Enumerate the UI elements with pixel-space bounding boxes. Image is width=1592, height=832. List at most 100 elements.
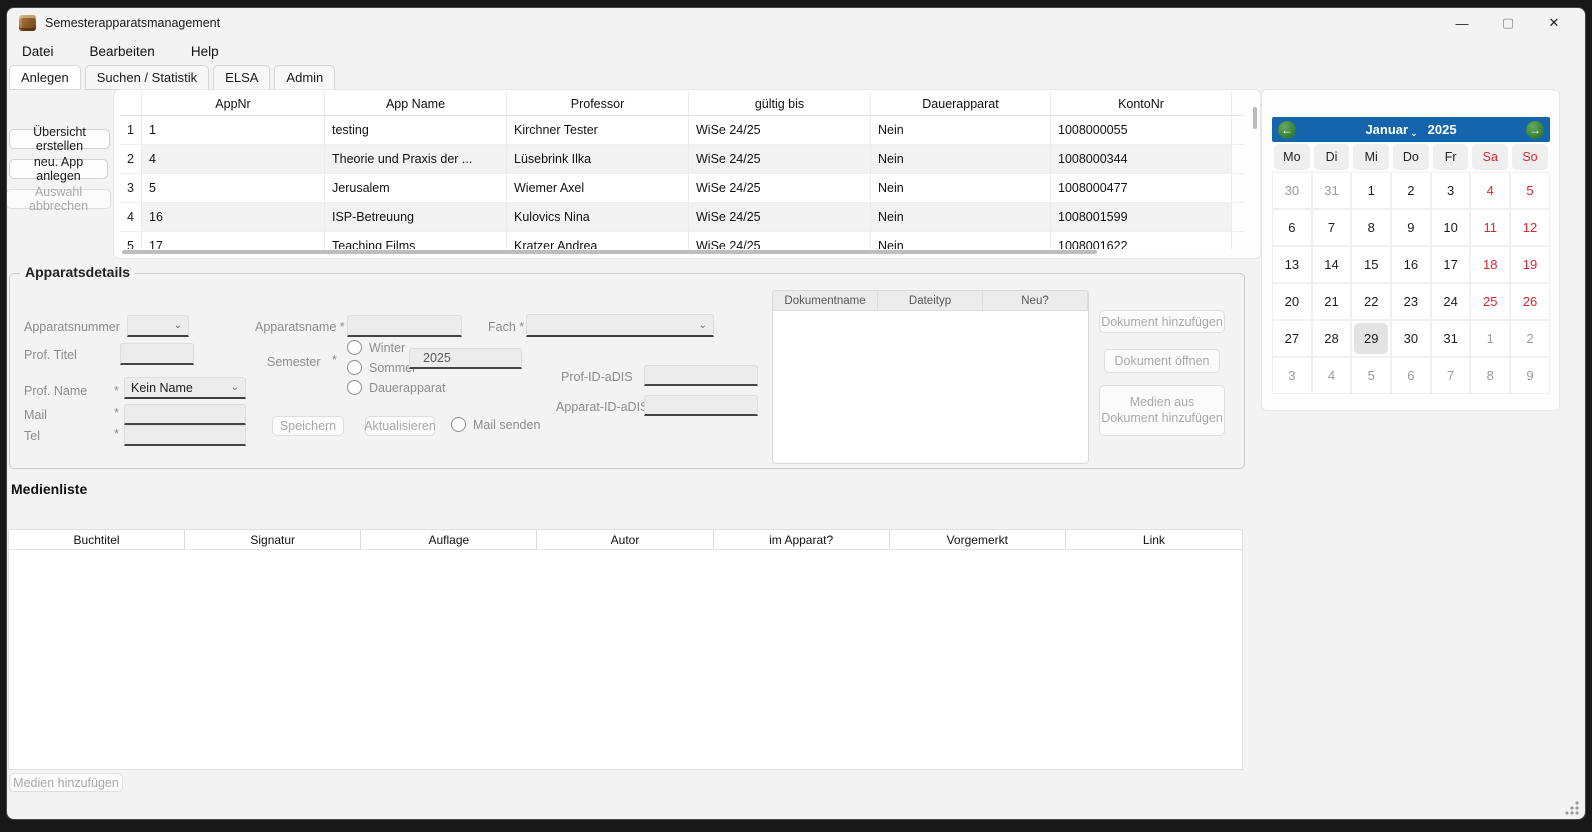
table-cell[interactable]: Kirchner Tester [507,116,689,144]
calendar-prev-button[interactable]: ← [1278,121,1296,139]
media-column-header[interactable]: Link [1066,530,1242,549]
calendar-day[interactable]: 9 [1510,357,1550,394]
calendar-day[interactable]: 26 [1510,283,1550,320]
doc-column-header[interactable]: Dokumentname [773,291,878,311]
table-cell[interactable]: WiSe 24/25 [689,145,871,173]
table-cell[interactable]: Kulovics Nina [507,203,689,231]
media-column-header[interactable]: Auflage [361,530,537,549]
calendar-day[interactable]: 31 [1431,320,1471,357]
table-cell[interactable]: WiSe 24/25 [689,116,871,144]
calendar-day[interactable]: 7 [1431,357,1471,394]
table-cell[interactable]: 1008000477 [1051,174,1232,202]
sidebar-button-1[interactable]: Übersicht erstellen [9,129,110,149]
calendar-day[interactable]: 11 [1470,209,1510,246]
menu-item-help[interactable]: Help [180,41,230,65]
calendar-day[interactable]: 4 [1312,357,1352,394]
table-cell[interactable]: Nein [871,174,1051,202]
calendar-day[interactable]: 25 [1470,283,1510,320]
media-column-header[interactable]: Vorgemerkt [890,530,1066,549]
calendar-day[interactable]: 3 [1431,172,1471,209]
table-cell[interactable]: Teaching Films [325,232,507,249]
table-cell[interactable]: Lüsebrink Ilka [507,145,689,173]
tab-admin[interactable]: Admin [274,65,335,90]
apparatsname-field[interactable] [347,315,462,337]
calendar-day[interactable]: 6 [1272,209,1312,246]
calendar-day[interactable]: 23 [1391,283,1431,320]
apparatsnummer-combobox[interactable]: ⌄ [127,315,189,337]
calendar-next-button[interactable]: → [1526,121,1544,139]
table-cell[interactable]: Kratzer Andrea [507,232,689,249]
table-row[interactable]: 517Teaching FilmsKratzer AndreaWiSe 24/2… [120,232,1244,249]
calendar-day[interactable]: 5 [1510,172,1550,209]
winter-checkbox[interactable] [347,340,362,355]
table-cell[interactable]: Theorie und Praxis der ... [325,145,507,173]
aktualisieren-button[interactable]: Aktualisieren [365,416,435,436]
prof-titel-field[interactable] [120,343,194,365]
calendar-day[interactable]: 6 [1391,357,1431,394]
calendar-day[interactable]: 30 [1272,172,1312,209]
semester-year-field[interactable]: 2025 [409,348,522,369]
table-cell[interactable]: 16 [142,203,325,231]
tab-anlegen[interactable]: Anlegen [9,65,81,90]
table-cell[interactable]: ISP-Betreuung [325,203,507,231]
calendar-day[interactable]: 20 [1272,283,1312,320]
doc-column-header[interactable]: Neu? [983,291,1088,311]
prof-id-adis-field[interactable] [644,365,758,386]
mail-senden-checkbox[interactable] [451,417,466,432]
calendar-day[interactable]: 1 [1470,320,1510,357]
table-cell[interactable]: Nein [871,232,1051,249]
doc-column-header[interactable]: Dateityp [878,291,983,311]
calendar-day[interactable]: 13 [1272,246,1312,283]
table-cell[interactable]: 1008001599 [1051,203,1232,231]
horizontal-scrollbar[interactable] [122,250,1097,254]
calendar-day[interactable]: 15 [1351,246,1391,283]
calendar-day[interactable]: 7 [1312,209,1352,246]
table-cell[interactable]: WiSe 24/25 [689,203,871,231]
table-cell[interactable]: 1008000055 [1051,116,1232,144]
calendar-day[interactable]: 24 [1431,283,1471,320]
column-header[interactable]: AppNr [142,92,325,115]
sidebar-button-2[interactable]: neu. App anlegen [9,159,108,179]
calendar-day[interactable]: 1 [1351,172,1391,209]
calendar-year-label[interactable]: 2025 [1428,122,1457,137]
media-column-header[interactable]: im Apparat? [714,530,890,549]
medien-hinzufuegen-button[interactable]: Medien hinzufügen [9,773,123,792]
prof-name-combobox[interactable]: Kein Name⌄ [124,377,246,399]
tab-elsa[interactable]: ELSA [213,65,270,90]
minimize-button[interactable]: — [1439,8,1485,38]
media-column-header[interactable]: Signatur [185,530,361,549]
calendar-day[interactable]: 21 [1312,283,1352,320]
table-cell[interactable]: 1 [142,116,325,144]
calendar-day[interactable]: 8 [1351,209,1391,246]
table-cell[interactable]: WiSe 24/25 [689,232,871,249]
media-column-header[interactable]: Buchtitel [9,530,185,549]
calendar-day[interactable]: 8 [1470,357,1510,394]
close-button[interactable]: ✕ [1531,8,1577,38]
dauerapparat-checkbox[interactable] [347,380,362,395]
dokument-hinzufuegen-button[interactable]: Dokument hinzufügen [1099,310,1225,333]
tab-suchen-statistik[interactable]: Suchen / Statistik [85,65,209,90]
column-header[interactable]: App Name [325,92,507,115]
calendar-day[interactable]: 28 [1312,320,1352,357]
mail-field[interactable] [124,404,246,425]
calendar-day[interactable]: 5 [1351,357,1391,394]
calendar-day[interactable]: 3 [1272,357,1312,394]
column-header[interactable]: gültig bis [689,92,871,115]
calendar-day[interactable]: 9 [1391,209,1431,246]
calendar-day[interactable]: 18 [1470,246,1510,283]
calendar-day[interactable]: 2 [1510,320,1550,357]
calendar-day[interactable]: 17 [1431,246,1471,283]
vertical-scrollbar[interactable] [1253,107,1257,129]
table-row[interactable]: 35JerusalemWiemer AxelWiSe 24/25Nein1008… [120,174,1244,203]
calendar-day[interactable]: 16 [1391,246,1431,283]
column-header[interactable]: Professor [507,92,689,115]
calendar-day[interactable]: 31 [1312,172,1352,209]
calendar-day[interactable]: 4 [1470,172,1510,209]
tel-field[interactable] [124,425,246,446]
calendar-day[interactable]: 14 [1312,246,1352,283]
maximize-button[interactable]: ▢ [1485,8,1531,38]
calendar-day[interactable]: 2 [1391,172,1431,209]
table-cell[interactable]: 5 [142,174,325,202]
calendar-day[interactable]: 12 [1510,209,1550,246]
apparat-id-adis-field[interactable] [644,395,758,416]
